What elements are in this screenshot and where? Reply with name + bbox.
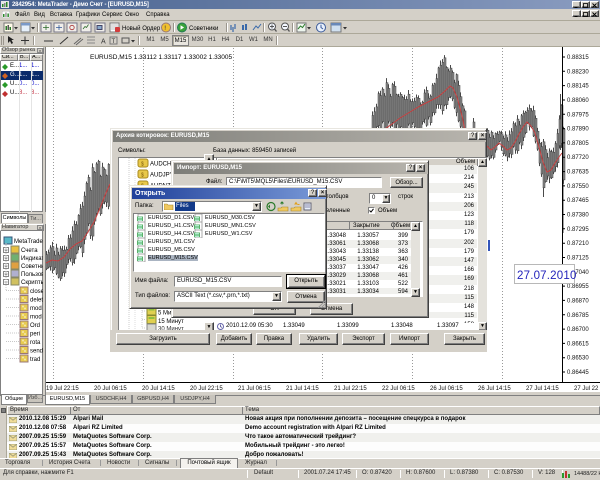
svg-text:Ord: Ord bbox=[30, 323, 40, 329]
svg-text:20 Jul 22:15: 20 Jul 22:15 bbox=[190, 386, 223, 392]
svg-text:0.87805: 0.87805 bbox=[567, 141, 589, 147]
svg-text:0.87890: 0.87890 bbox=[567, 127, 589, 133]
svg-text:Скрипты: Скрипты bbox=[21, 280, 43, 286]
svg-text:0.88230: 0.88230 bbox=[567, 69, 589, 75]
svg-text:0.88145: 0.88145 bbox=[567, 84, 589, 90]
svg-text:27 Jul 14:15: 27 Jul 14:15 bbox=[526, 386, 559, 392]
svg-text:EURUSD,M15 1.33112 1.33117 1.3: EURUSD,M15 1.33112 1.33117 1.33002 1.330… bbox=[90, 54, 233, 61]
svg-text:27 Jul 22: 27 Jul 22 bbox=[574, 386, 599, 392]
svg-text:delet: delet bbox=[30, 298, 43, 304]
svg-text:0.86530: 0.86530 bbox=[567, 356, 589, 362]
svg-text:Пользова: Пользова bbox=[21, 272, 43, 278]
svg-text:send: send bbox=[30, 349, 43, 355]
svg-text:MetaTrader: MetaTrader bbox=[14, 239, 43, 245]
svg-text:21 Jul 06:15: 21 Jul 06:15 bbox=[238, 386, 271, 392]
svg-text:0.87295: 0.87295 bbox=[567, 227, 589, 233]
svg-text:0.86870: 0.86870 bbox=[567, 298, 589, 304]
svg-text:mod: mod bbox=[30, 315, 42, 321]
svg-text:0.86785: 0.86785 bbox=[567, 313, 589, 319]
svg-text:0.87125: 0.87125 bbox=[567, 256, 589, 262]
svg-text:0.86445: 0.86445 bbox=[567, 370, 589, 376]
svg-text:26 Jul 06:15: 26 Jul 06:15 bbox=[430, 386, 463, 392]
svg-text:trad: trad bbox=[30, 357, 40, 363]
svg-text:$: $ bbox=[141, 173, 144, 179]
svg-text:0.87720: 0.87720 bbox=[567, 155, 589, 161]
svg-text:0.87635: 0.87635 bbox=[567, 170, 589, 176]
svg-text:close: close bbox=[30, 289, 43, 295]
svg-text:0.86700: 0.86700 bbox=[567, 327, 589, 333]
svg-text:Счета: Счета bbox=[21, 248, 38, 254]
svg-text:26 Jul 14:15: 26 Jul 14:15 bbox=[478, 386, 511, 392]
svg-text:Индикато: Индикато bbox=[21, 256, 43, 262]
svg-text:0.87465: 0.87465 bbox=[567, 198, 589, 204]
svg-text:27.07.2010: 27.07.2010 bbox=[517, 270, 577, 282]
svg-text:20 Jul 14:15: 20 Jul 14:15 bbox=[142, 386, 175, 392]
svg-text:0.87550: 0.87550 bbox=[567, 184, 589, 190]
svg-text:21 Jul 22:15: 21 Jul 22:15 bbox=[334, 386, 367, 392]
svg-text:A: A bbox=[101, 39, 106, 46]
svg-text:0.87975: 0.87975 bbox=[567, 112, 589, 118]
svg-text:$: $ bbox=[141, 162, 144, 168]
svg-text:0.86615: 0.86615 bbox=[567, 341, 589, 347]
svg-text:0.86955: 0.86955 bbox=[567, 284, 589, 290]
svg-text:22 Jul 06:15: 22 Jul 06:15 bbox=[382, 386, 415, 392]
svg-text:19 Jul 22:15: 19 Jul 22:15 bbox=[46, 386, 79, 392]
svg-text:Советники: Советники bbox=[189, 26, 218, 32]
svg-text:!: ! bbox=[164, 25, 166, 32]
svg-text:0.88060: 0.88060 bbox=[567, 98, 589, 104]
svg-text:peri: peri bbox=[30, 332, 40, 338]
svg-text:0.87210: 0.87210 bbox=[567, 241, 589, 247]
svg-text:Советник: Советник bbox=[21, 264, 43, 270]
svg-text:21 Jul 14:15: 21 Jul 14:15 bbox=[286, 386, 319, 392]
svg-text:0.88315: 0.88315 bbox=[567, 55, 589, 61]
svg-text:15 Минут: 15 Минут bbox=[158, 319, 184, 325]
svg-text:20 Jul 06:15: 20 Jul 06:15 bbox=[94, 386, 127, 392]
svg-text:0.87380: 0.87380 bbox=[567, 213, 589, 219]
svg-text:T: T bbox=[112, 39, 116, 45]
svg-text:Новый Ордер: Новый Ордер bbox=[122, 25, 161, 32]
svg-text:mod: mod bbox=[30, 306, 42, 312]
svg-text:rota: rota bbox=[30, 340, 41, 346]
